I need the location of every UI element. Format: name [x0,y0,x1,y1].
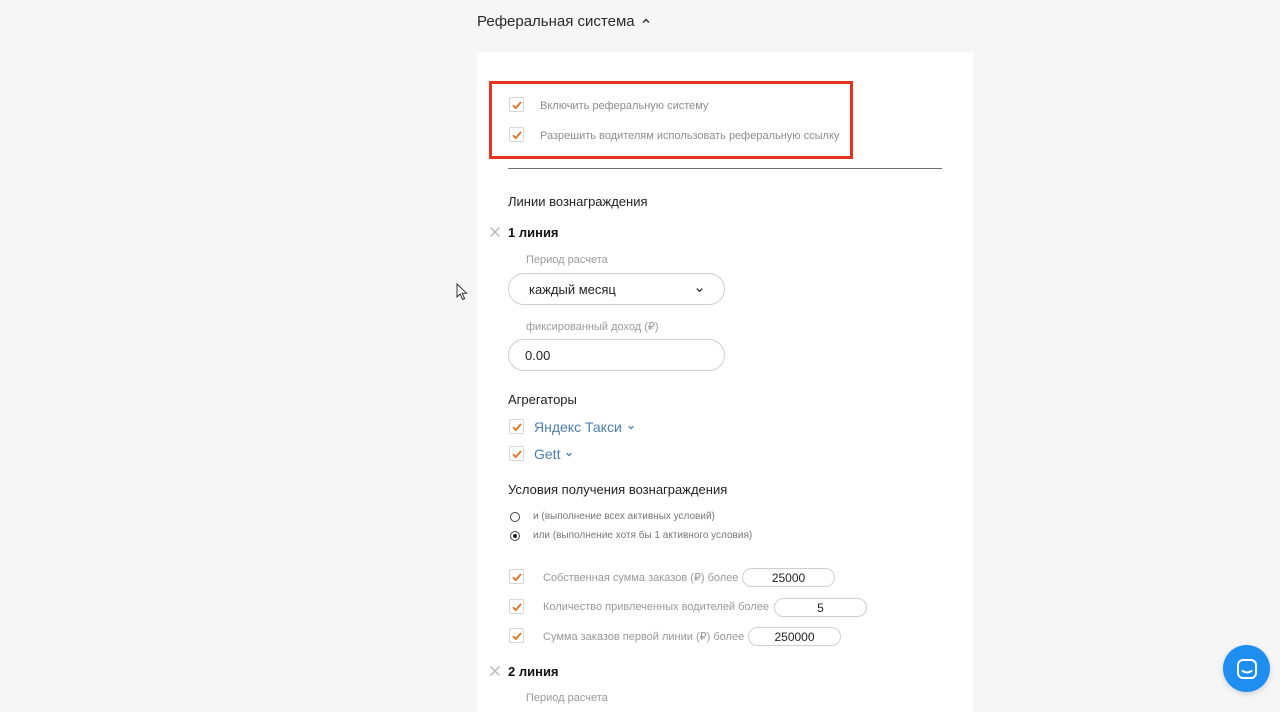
allow-driver-link-label: Разрешить водителям использовать реферал… [540,130,840,142]
condition-own-orders-label: Собственная сумма заказов (₽) более [543,572,739,584]
section-title: Реферальная система [477,12,635,30]
chevron-down-icon [696,287,703,292]
check-icon [511,422,522,431]
aggregator-checkbox-yandex[interactable] [509,419,524,434]
condition-own-orders-input[interactable]: 25000 [742,568,835,587]
condition-drivers-label: Количество привлеченных водителей более [543,601,769,613]
logic-or-label: или (выполнение хотя бы 1 активного усло… [533,530,753,541]
remove-line-2-icon[interactable] [489,665,501,677]
condition-line-orders-input[interactable]: 250000 [748,627,841,646]
aggregator-gett-toggle[interactable]: Gett [534,446,573,462]
chevron-down-icon [566,452,573,457]
period-select[interactable]: каждый месяц [508,273,725,305]
chat-icon [1236,658,1257,679]
period-label: Период расчета [526,254,608,266]
condition-line-orders-checkbox[interactable] [509,628,524,643]
divider [508,168,942,169]
logic-and-label: и (выполнение всех активных условий) [533,511,715,522]
check-icon [511,130,522,139]
condition-own-orders-checkbox[interactable] [509,569,524,584]
referral-section-toggle[interactable]: Реферальная система [477,10,651,32]
fixed-income-input[interactable]: 0.00 [508,339,725,371]
enable-referral-checkbox[interactable] [509,97,524,112]
condition-line-orders-label: Сумма заказов первой линии (₽) более [543,631,745,643]
check-icon [511,449,522,458]
line-1-title: 1 линия [508,225,559,240]
chat-widget-button[interactable] [1223,645,1270,692]
fixed-income-label: фиксированный доход (₽) [526,321,659,333]
logic-or-radio[interactable] [510,531,520,541]
condition-own-orders-value: 25000 [771,570,806,585]
chevron-up-icon [642,18,650,24]
condition-drivers-input[interactable]: 5 [774,598,867,617]
check-icon [511,572,522,581]
aggregator-checkbox-gett[interactable] [509,446,524,461]
mouse-cursor-icon [456,283,468,301]
allow-driver-link-checkbox[interactable] [509,127,524,142]
condition-drivers-value: 5 [817,600,824,615]
aggregators-heading: Агрегаторы [508,392,577,407]
enable-referral-label: Включить реферальную систему [540,100,709,112]
condition-line-orders-value: 250000 [774,629,815,644]
period-select-value: каждый месяц [529,281,616,297]
conditions-heading: Условия получения вознаграждения [508,482,728,497]
check-icon [511,602,522,611]
check-icon [511,100,522,109]
logic-and-radio[interactable] [510,512,520,522]
line-2-period-label: Период расчета [526,692,608,704]
condition-drivers-checkbox[interactable] [509,599,524,614]
check-icon [511,631,522,640]
remove-line-1-icon[interactable] [489,226,501,238]
highlight-box [489,81,853,159]
reward-lines-heading: Линии вознаграждения [508,194,648,209]
line-2-title: 2 линия [508,664,559,679]
fixed-income-value: 0.00 [525,347,551,363]
aggregator-yandex-label: Яндекс Такси [534,419,622,435]
aggregator-yandex-toggle[interactable]: Яндекс Такси [534,419,635,435]
radio-selected-dot [513,534,517,538]
aggregator-gett-label: Gett [534,446,561,462]
chevron-down-icon [627,425,634,430]
